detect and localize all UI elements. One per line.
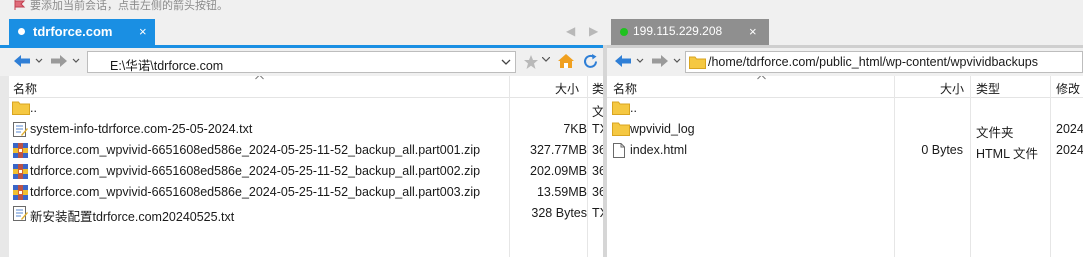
- file-name: ..: [630, 101, 637, 115]
- tab-local-close-icon[interactable]: ×: [139, 24, 147, 39]
- local-path-input[interactable]: E:\华诺\tdrforce.com: [87, 51, 516, 73]
- file-name: index.html: [630, 143, 687, 157]
- refresh-icon[interactable]: [582, 53, 599, 70]
- file-type: TX: [592, 122, 603, 136]
- forward-icon[interactable]: [650, 53, 682, 69]
- file-name: ..: [30, 101, 37, 115]
- col-size-header[interactable]: 大小: [555, 80, 579, 97]
- remote-list-header: 名称 大小 类型 修改: [607, 76, 1083, 98]
- text-file-icon: [12, 121, 28, 138]
- file-type: HTML 文件: [976, 147, 1039, 161]
- chevron-down-icon[interactable]: [501, 59, 511, 66]
- file-size: 0 Bytes: [921, 143, 963, 157]
- star-icon[interactable]: [523, 54, 539, 70]
- local-toolbar: E:\华诺\tdrforce.com: [0, 48, 603, 76]
- col-name-header[interactable]: 名称: [613, 80, 637, 97]
- remote-path-text: /home/tdrforce.com/public_html/wp-conten…: [708, 55, 1039, 69]
- back-icon[interactable]: [613, 53, 645, 69]
- folder-icon: [612, 100, 630, 115]
- hint-bar: 要添加当前会话，点击左侧的箭头按钮。: [0, 0, 1083, 18]
- file-modified: 2024: [1056, 122, 1083, 136]
- text-file-icon: [12, 205, 28, 222]
- forward-icon[interactable]: [49, 53, 81, 69]
- file-modified: 2024: [1056, 143, 1083, 157]
- session-dot-icon: [18, 28, 25, 35]
- file-type: 36: [592, 164, 603, 178]
- col-type-header[interactable]: 类: [592, 80, 603, 97]
- local-file-list[interactable]: 名称 大小 类 .. 文 system-info-tdrforce.com-25-0…: [9, 76, 603, 257]
- file-name: system-info-tdrforce.com-25-05-2024.txt: [30, 122, 253, 136]
- side-strip: [0, 76, 9, 257]
- col-name-header[interactable]: 名称: [13, 80, 37, 97]
- zip-icon: [12, 163, 29, 180]
- tab-prev-icon[interactable]: ◀: [566, 24, 575, 38]
- col-type-header[interactable]: 类型: [976, 80, 1000, 97]
- file-name: tdrforce.com_wpvivid-6651608ed586e_2024-…: [30, 143, 481, 157]
- file-type: 文: [592, 105, 603, 119]
- connected-dot-icon: [620, 28, 628, 36]
- file-size: 7KB: [563, 122, 587, 136]
- file-size: 328 Bytes: [531, 206, 587, 220]
- col-modified-header[interactable]: 修改: [1056, 80, 1080, 97]
- sort-asc-icon: [255, 76, 264, 80]
- remote-toolbar: /home/tdrforce.com/public_html/wp-conten…: [607, 48, 1083, 76]
- zip-icon: [12, 142, 29, 159]
- file-row[interactable]: wpvivid_log 文件夹 2024: [607, 119, 1083, 140]
- file-row[interactable]: 新安装配置tdrforce.com20240525.txt 328 Bytes TX: [9, 203, 603, 224]
- file-row[interactable]: ..: [607, 98, 1083, 119]
- remote-file-list[interactable]: 名称 大小 类型 修改 .. wpvivid_log 文件夹 2024 index.ht…: [607, 76, 1083, 257]
- hint-text: 要添加当前会话，点击左侧的箭头按钮。: [30, 0, 228, 12]
- file-row[interactable]: index.html 0 Bytes HTML 文件 2024: [607, 140, 1083, 161]
- remote-path-input[interactable]: /home/tdrforce.com/public_html/wp-conten…: [685, 51, 1083, 73]
- file-type: 36: [592, 185, 603, 199]
- home-icon[interactable]: [557, 53, 575, 69]
- file-row[interactable]: .. 文: [9, 98, 603, 119]
- file-row[interactable]: tdrforce.com_wpvivid-6651608ed586e_2024-…: [9, 161, 603, 182]
- back-icon[interactable]: [12, 53, 44, 69]
- col-size-header[interactable]: 大小: [940, 80, 964, 97]
- tab-remote-close-icon[interactable]: ×: [749, 24, 757, 39]
- tab-remote-label: 199.115.229.208: [633, 24, 723, 38]
- tab-local-session[interactable]: tdrforce.com ×: [9, 19, 155, 45]
- file-name: tdrforce.com_wpvivid-6651608ed586e_2024-…: [30, 185, 481, 199]
- zip-icon: [12, 184, 29, 201]
- file-row[interactable]: tdrforce.com_wpvivid-6651608ed586e_2024-…: [9, 182, 603, 203]
- file-name: tdrforce.com_wpvivid-6651608ed586e_2024-…: [30, 164, 481, 178]
- file-type: 文件夹: [976, 126, 1014, 140]
- tab-remote-session[interactable]: 199.115.229.208 ×: [611, 19, 769, 45]
- local-list-header: 名称 大小 类: [9, 76, 603, 98]
- folder-icon: [689, 56, 706, 69]
- file-size: 327.77MB: [530, 143, 587, 157]
- file-row[interactable]: tdrforce.com_wpvivid-6651608ed586e_2024-…: [9, 140, 603, 161]
- html-file-icon: [612, 142, 626, 159]
- star-dropdown-icon[interactable]: [542, 57, 550, 63]
- file-size: 202.09MB: [530, 164, 587, 178]
- flag-icon: [14, 0, 26, 10]
- tab-next-icon[interactable]: ▶: [589, 24, 598, 38]
- file-name: wpvivid_log: [630, 122, 695, 136]
- file-row[interactable]: system-info-tdrforce.com-25-05-2024.txt 7…: [9, 119, 603, 140]
- local-path-text: E:\华诺\tdrforce.com: [110, 59, 224, 73]
- folder-icon: [12, 100, 30, 115]
- file-type: 36: [592, 143, 603, 157]
- sort-asc-icon: [757, 76, 766, 80]
- file-size: 13.59MB: [536, 185, 587, 199]
- folder-icon: [612, 121, 630, 136]
- tab-local-label: tdrforce.com: [33, 24, 113, 39]
- file-name: 新安装配置tdrforce.com20240525.txt: [30, 210, 235, 224]
- file-type: TX: [592, 206, 603, 220]
